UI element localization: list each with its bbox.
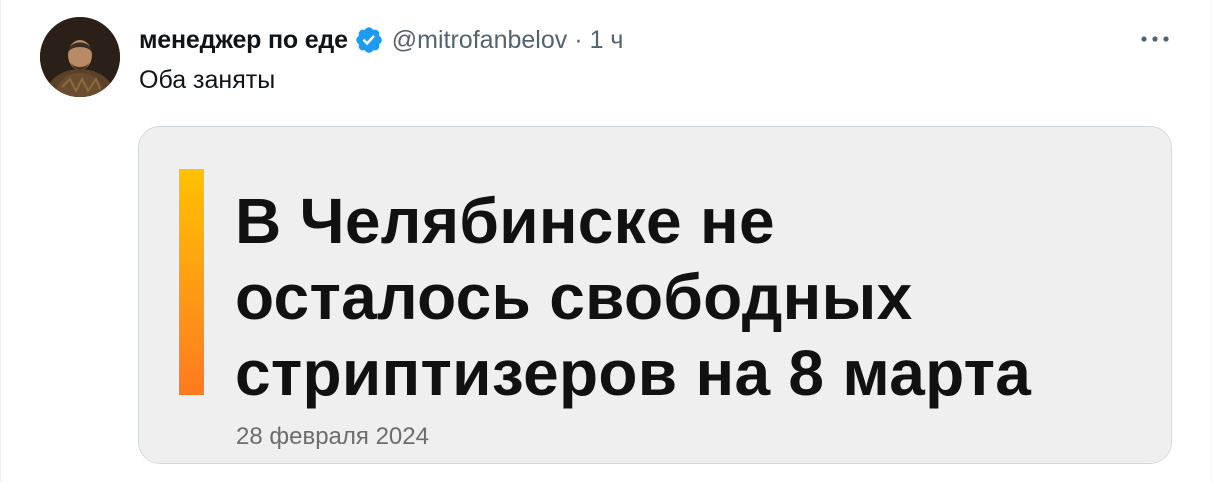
headline-line: стриптизеров на 8 марта — [235, 337, 1032, 409]
accent-bar — [179, 169, 204, 395]
tweet-header: менеджер по еде @mitrofanbelov · 1 ч — [139, 22, 623, 58]
news-headline: В Челябинске не осталось свободных стрип… — [235, 183, 1155, 411]
tweet-text: Оба заняты — [139, 66, 276, 94]
tweet[interactable]: менеджер по еде @mitrofanbelov · 1 ч Оба… — [0, 0, 1212, 482]
news-card-image: В Челябинске не осталось свободных стрип… — [139, 127, 1171, 463]
more-options-icon[interactable] — [1137, 26, 1173, 52]
tweet-media[interactable]: В Челябинске не осталось свободных стрип… — [138, 126, 1172, 464]
avatar[interactable] — [40, 17, 120, 97]
avatar-image — [40, 17, 120, 97]
author-handle[interactable]: @mitrofanbelov — [392, 26, 567, 55]
verified-badge-icon[interactable] — [354, 25, 384, 55]
headline-line: В Челябинске не — [235, 185, 775, 257]
tweet-timestamp[interactable]: 1 ч — [590, 26, 624, 55]
news-date: 28 февраля 2024 — [236, 423, 429, 450]
author-display-name[interactable]: менеджер по еде — [139, 26, 348, 55]
headline-line: осталось свободных — [235, 261, 913, 333]
separator-dot: · — [574, 25, 583, 54]
